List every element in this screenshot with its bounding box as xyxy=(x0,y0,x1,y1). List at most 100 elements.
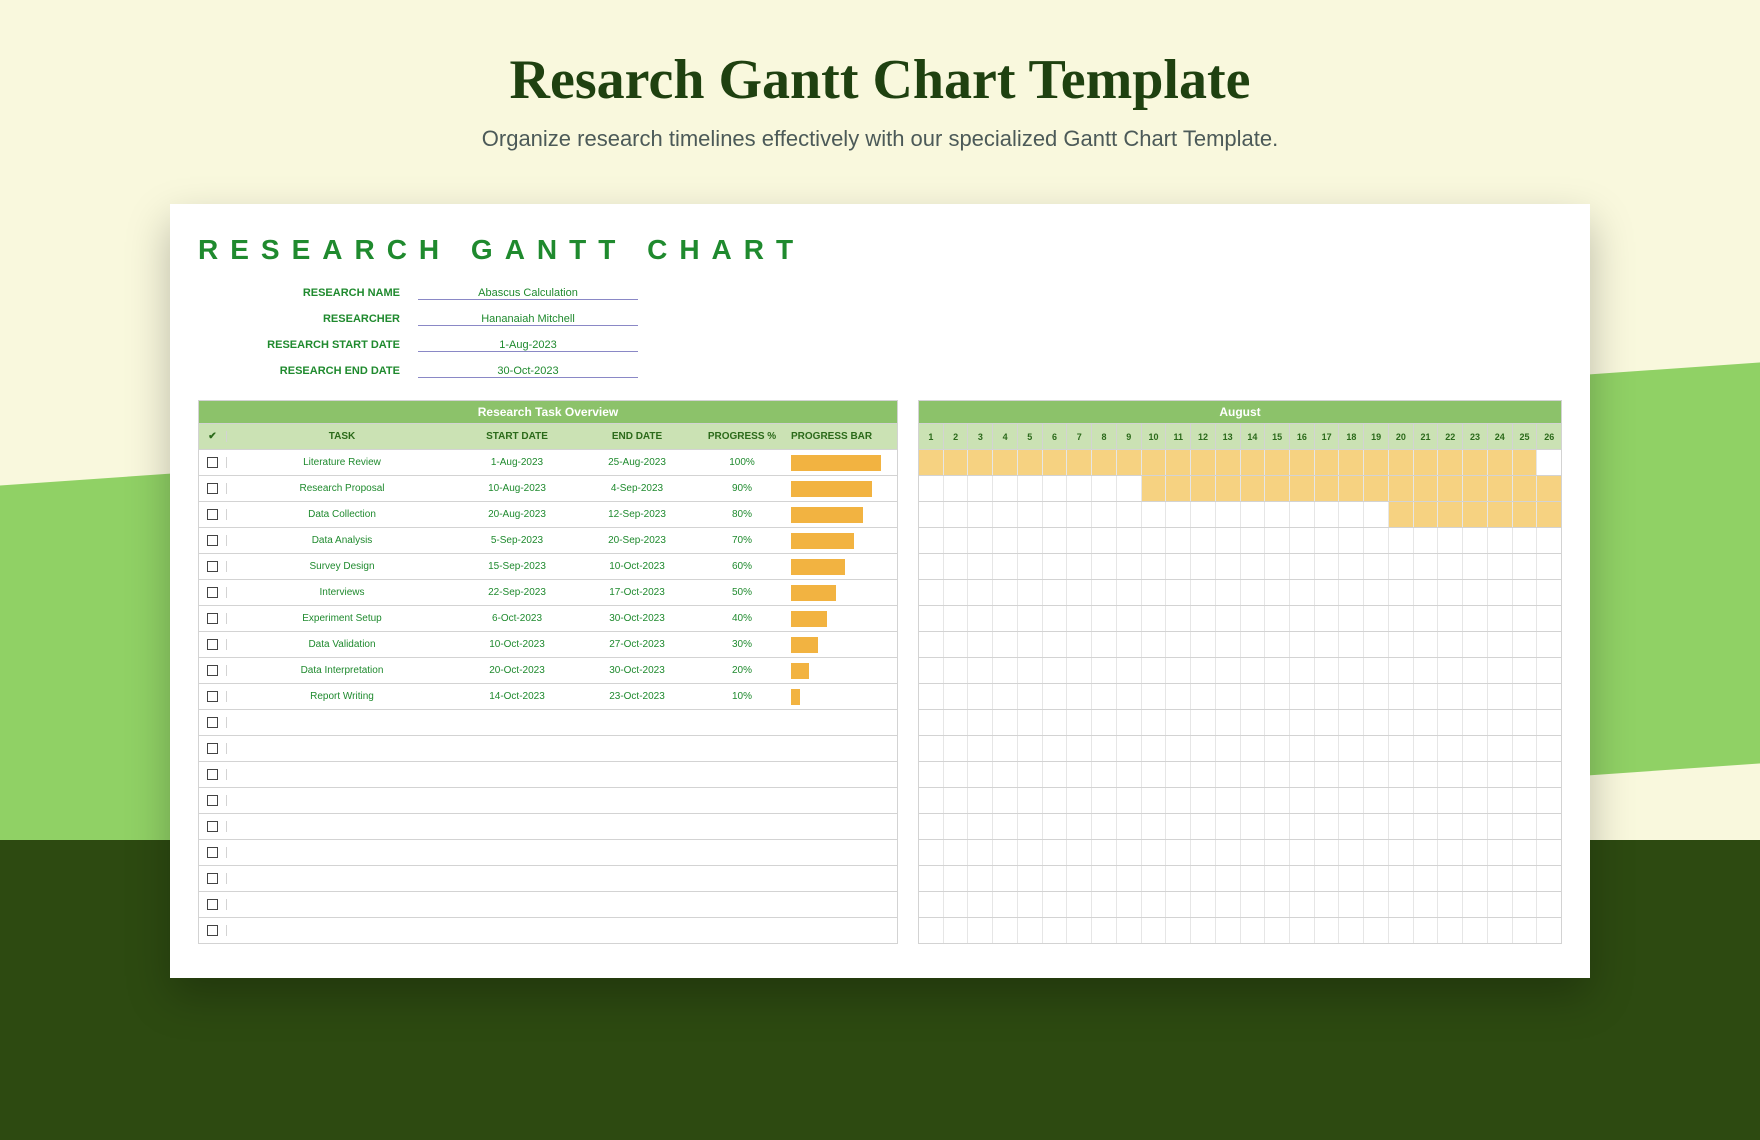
task-checkbox[interactable] xyxy=(199,899,227,910)
gantt-cell xyxy=(1215,918,1240,943)
gantt-cell xyxy=(992,606,1017,631)
gantt-cell xyxy=(1066,892,1091,917)
task-row[interactable]: Experiment Setup6-Oct-202330-Oct-202340% xyxy=(199,605,897,631)
task-row[interactable] xyxy=(199,787,897,813)
task-checkbox[interactable] xyxy=(199,587,227,598)
task-row[interactable]: Research Proposal10-Aug-20234-Sep-202390… xyxy=(199,475,897,501)
task-checkbox[interactable] xyxy=(199,691,227,702)
meta-value-start[interactable]: 1-Aug-2023 xyxy=(418,339,638,352)
task-row[interactable]: Data Collection20-Aug-202312-Sep-202380% xyxy=(199,501,897,527)
gantt-cell xyxy=(1437,736,1462,761)
gantt-cell xyxy=(1190,840,1215,865)
task-checkbox[interactable] xyxy=(199,795,227,806)
task-progress: 50% xyxy=(697,587,787,598)
task-row[interactable] xyxy=(199,865,897,891)
task-row[interactable]: Data Validation10-Oct-202327-Oct-202330% xyxy=(199,631,897,657)
gantt-cell xyxy=(1017,736,1042,761)
task-row[interactable] xyxy=(199,891,897,917)
task-progress-bar-cell xyxy=(787,507,897,523)
task-checkbox[interactable] xyxy=(199,561,227,572)
gantt-cell xyxy=(1190,918,1215,943)
task-row[interactable] xyxy=(199,813,897,839)
gantt-cell xyxy=(1190,528,1215,553)
gantt-cell xyxy=(1363,502,1388,527)
gantt-cell xyxy=(1091,788,1116,813)
task-checkbox[interactable] xyxy=(199,743,227,754)
gantt-cell xyxy=(1413,710,1438,735)
task-row[interactable]: Interviews22-Sep-202317-Oct-202350% xyxy=(199,579,897,605)
gantt-cell xyxy=(1536,502,1561,527)
gantt-cell xyxy=(1190,502,1215,527)
task-checkbox[interactable] xyxy=(199,613,227,624)
task-row[interactable]: Report Writing14-Oct-202323-Oct-202310% xyxy=(199,683,897,709)
task-row[interactable]: Data Interpretation20-Oct-202330-Oct-202… xyxy=(199,657,897,683)
gantt-cell xyxy=(1017,658,1042,683)
task-row[interactable] xyxy=(199,761,897,787)
gantt-cell xyxy=(1116,632,1141,657)
gantt-cell xyxy=(1017,502,1042,527)
gantt-cell xyxy=(1289,710,1314,735)
gantt-cell xyxy=(1536,658,1561,683)
gantt-cell xyxy=(1190,684,1215,709)
gantt-cell xyxy=(1512,762,1537,787)
task-end: 23-Oct-2023 xyxy=(577,691,697,702)
gantt-cell xyxy=(1091,762,1116,787)
task-checkbox[interactable] xyxy=(199,639,227,650)
task-row[interactable]: Survey Design15-Sep-202310-Oct-202360% xyxy=(199,553,897,579)
gantt-cell xyxy=(1462,502,1487,527)
gantt-cell xyxy=(1462,684,1487,709)
task-progress: 10% xyxy=(697,691,787,702)
gantt-cell xyxy=(1141,918,1166,943)
gantt-cell xyxy=(1042,606,1067,631)
gantt-cell xyxy=(1512,710,1537,735)
gantt-cell xyxy=(1413,502,1438,527)
gantt-cell xyxy=(1240,502,1265,527)
gantt-row xyxy=(919,787,1561,813)
gantt-cell xyxy=(1388,684,1413,709)
task-checkbox[interactable] xyxy=(199,873,227,884)
gantt-cell xyxy=(1240,892,1265,917)
gantt-cell xyxy=(1116,476,1141,501)
gantt-cell xyxy=(1116,450,1141,475)
gantt-cell xyxy=(1116,528,1141,553)
gantt-cell xyxy=(967,684,992,709)
task-checkbox[interactable] xyxy=(199,457,227,468)
gantt-cell xyxy=(1215,736,1240,761)
meta-value-name[interactable]: Abascus Calculation xyxy=(418,287,638,300)
gantt-cell xyxy=(1462,814,1487,839)
task-checkbox[interactable] xyxy=(199,665,227,676)
task-checkbox[interactable] xyxy=(199,717,227,728)
gantt-cell xyxy=(1363,528,1388,553)
task-checkbox[interactable] xyxy=(199,769,227,780)
task-row[interactable]: Data Analysis5-Sep-202320-Sep-202370% xyxy=(199,527,897,553)
gantt-cell xyxy=(1017,554,1042,579)
gantt-cell xyxy=(1338,918,1363,943)
gantt-cell xyxy=(1066,580,1091,605)
gantt-cell xyxy=(1536,762,1561,787)
day-header-cell: 18 xyxy=(1338,424,1363,449)
task-row[interactable] xyxy=(199,917,897,943)
task-row[interactable] xyxy=(199,735,897,761)
task-checkbox[interactable] xyxy=(199,509,227,520)
meta-value-end[interactable]: 30-Oct-2023 xyxy=(418,365,638,378)
meta-value-researcher[interactable]: Hananaiah Mitchell xyxy=(418,313,638,326)
gantt-cell xyxy=(1536,606,1561,631)
gantt-cell xyxy=(1240,632,1265,657)
gantt-cell xyxy=(1437,710,1462,735)
gantt-cell xyxy=(1536,814,1561,839)
gantt-cell xyxy=(1141,632,1166,657)
gantt-cell xyxy=(1240,450,1265,475)
gantt-cell xyxy=(1190,580,1215,605)
task-checkbox[interactable] xyxy=(199,821,227,832)
gantt-cell xyxy=(1042,892,1067,917)
task-row[interactable]: Literature Review1-Aug-202325-Aug-202310… xyxy=(199,449,897,475)
gantt-cell xyxy=(1066,814,1091,839)
task-checkbox[interactable] xyxy=(199,847,227,858)
task-checkbox[interactable] xyxy=(199,483,227,494)
gantt-cell xyxy=(1091,866,1116,891)
task-checkbox[interactable] xyxy=(199,925,227,936)
task-row[interactable] xyxy=(199,709,897,735)
gantt-cell xyxy=(943,762,968,787)
task-row[interactable] xyxy=(199,839,897,865)
task-checkbox[interactable] xyxy=(199,535,227,546)
